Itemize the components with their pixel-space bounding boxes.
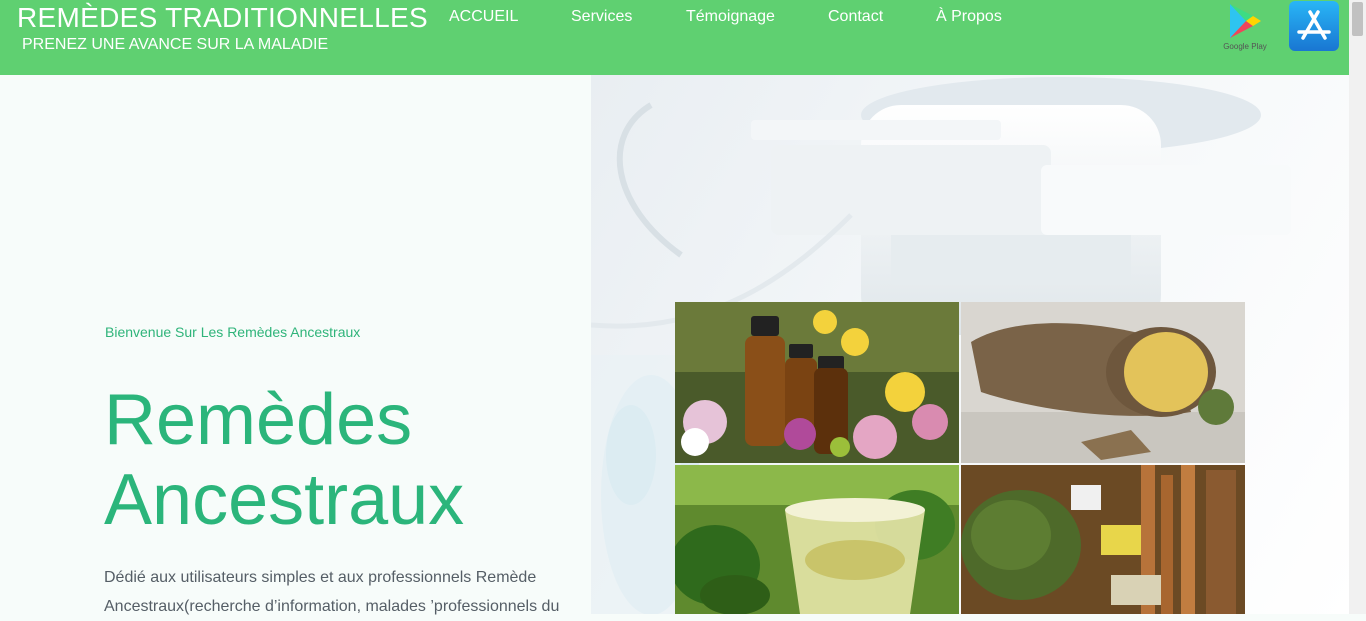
welcome-text: Bienvenue Sur Les Remèdes Ancestraux: [105, 324, 361, 340]
hero-title: Remèdes Ancestraux: [104, 380, 464, 540]
nav-temoignage[interactable]: Témoignage: [686, 8, 775, 26]
hero-title-line1: Remèdes: [104, 380, 413, 460]
yam-root-photo: [961, 302, 1245, 463]
google-play-icon: [1230, 4, 1261, 38]
herbal-tea-mint-photo: [675, 465, 959, 614]
nav-a-propos[interactable]: À Propos: [936, 8, 1002, 26]
hero-title-line2: Ancestraux: [104, 460, 465, 540]
site-tagline: PRENEZ UNE AVANCE SUR LA MALADIE: [22, 36, 329, 53]
google-play-label: Google Play: [1223, 42, 1267, 51]
google-play-badge[interactable]: Google Play: [1219, 2, 1271, 52]
nav-contact[interactable]: Contact: [828, 8, 883, 26]
site-title[interactable]: REMÈDES TRADITIONNELLES: [17, 2, 428, 34]
nav-services[interactable]: Services: [571, 8, 632, 26]
app-store-icon: [1297, 10, 1331, 40]
site-header: REMÈDES TRADITIONNELLES PRENEZ UNE AVANC…: [0, 0, 1349, 75]
vertical-scrollbar[interactable]: [1349, 0, 1366, 614]
essential-oils-flowers-photo: [675, 302, 959, 463]
hero-description: Dédié aux utilisateurs simples et aux pr…: [104, 569, 560, 615]
nav-accueil[interactable]: ACCUEIL: [449, 8, 518, 26]
app-store-badge[interactable]: [1289, 1, 1339, 51]
dried-herbs-market-photo: [961, 465, 1245, 614]
scrollbar-thumb[interactable]: [1352, 2, 1363, 36]
